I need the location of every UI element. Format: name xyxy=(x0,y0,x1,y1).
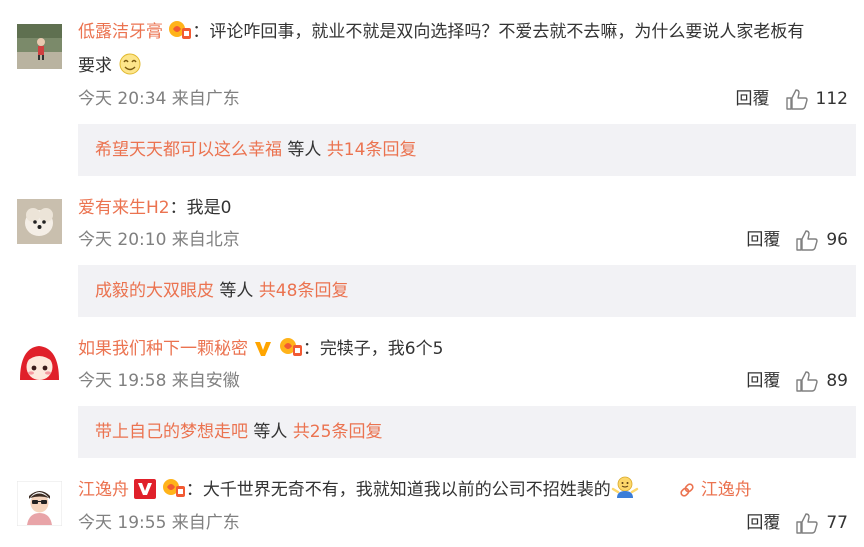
avatar[interactable] xyxy=(17,199,62,244)
comment-text-line: 江逸舟 ：大千世界无奇不有，我就知道我以前的公司不招姓裴的 江逸舟 xyxy=(78,474,752,510)
comment-meta-row: 今天 19:55 来自广东 回覆 77 xyxy=(78,507,856,539)
reply-thread-summary[interactable]: 成毅的大双眼皮 等人 共48条回复 xyxy=(78,265,856,317)
fan-badge-icon xyxy=(168,19,192,52)
colon: ： xyxy=(169,198,187,218)
reply-thread-summary[interactable]: 希望天天都可以这么幸福 等人 共14条回复 xyxy=(78,124,856,176)
reply-others-text: 等人 xyxy=(282,140,327,160)
like-count: 89 xyxy=(826,371,848,391)
like-count: 77 xyxy=(826,513,848,533)
reply-button[interactable]: 回覆 xyxy=(746,224,780,256)
comment-text-line: 低露洁牙膏 ：评论咋回事，就业不就是双向选择吗？不爱去就不去嘛，为什么要说人家老… xyxy=(78,16,804,52)
comment-meta-row: 今天 19:58 来自安徽 回覆 89 xyxy=(78,365,856,397)
comment-actions: 回覆 96 xyxy=(746,224,848,256)
reply-user-link[interactable]: 成毅的大双眼皮 xyxy=(95,281,214,301)
comment-actions: 回覆 89 xyxy=(746,365,848,397)
smile-emoji-icon xyxy=(117,53,143,86)
reply-button[interactable]: 回覆 xyxy=(746,365,780,397)
comment-meta-row: 今天 20:10 来自北京 回覆 96 xyxy=(78,224,856,256)
profile-link[interactable]: 江逸舟 xyxy=(701,480,752,500)
username-link[interactable]: 低露洁牙膏 xyxy=(78,22,163,42)
thumbs-up-icon xyxy=(796,229,819,251)
like-button[interactable]: 96 xyxy=(796,224,848,256)
comment-text: 完犊子，我6个5 xyxy=(319,339,444,359)
thumbs-up-icon xyxy=(785,88,808,110)
like-button[interactable]: 89 xyxy=(796,365,848,397)
comment-meta: 今天 20:10 来自北京 xyxy=(78,230,240,250)
username-link[interactable]: 爱有来生H2 xyxy=(78,198,170,218)
shrug-emoji-icon xyxy=(611,475,639,510)
like-count: 96 xyxy=(826,230,848,250)
reply-count-link[interactable]: 共14条回复 xyxy=(327,140,417,160)
reply-others-text: 等人 xyxy=(248,422,293,442)
comment-meta: 今天 20:34 来自广东 xyxy=(78,89,240,109)
comment-text-line: 要求 xyxy=(78,50,143,86)
thumbs-up-icon xyxy=(796,370,819,392)
comment-text-line: 如果我们种下一颗秘密 ：完犊子，我6个5 xyxy=(78,333,443,369)
avatar[interactable] xyxy=(17,24,62,69)
like-button[interactable]: 112 xyxy=(785,83,848,115)
verified-v-icon xyxy=(134,478,157,510)
link-icon xyxy=(679,477,695,509)
comment-text: 要求 xyxy=(78,56,112,76)
username-link[interactable]: 江逸舟 xyxy=(78,480,129,500)
like-count: 112 xyxy=(815,89,848,109)
fan-badge-icon xyxy=(162,477,186,510)
colon: ： xyxy=(185,480,203,500)
reply-button[interactable]: 回覆 xyxy=(736,83,770,115)
comment-text: 大千世界无奇不有，我就知道我以前的公司不招姓裴的 xyxy=(202,480,611,500)
thumbs-up-icon xyxy=(796,512,819,534)
comment-text: 评论咋回事，就业不就是双向选择吗？不爱去就不去嘛，为什么要说人家老板有 xyxy=(209,22,805,42)
reply-user-link[interactable]: 希望天天都可以这么幸福 xyxy=(95,140,282,160)
reply-thread-summary[interactable]: 带上自己的梦想走吧 等人 共25条回复 xyxy=(78,406,856,458)
colon: ： xyxy=(192,22,210,42)
colon: ： xyxy=(302,339,320,359)
comment-text: 我是0 xyxy=(186,198,232,218)
reply-count-link[interactable]: 共25条回复 xyxy=(293,422,383,442)
comment-actions: 回覆 112 xyxy=(736,83,848,115)
reply-button[interactable]: 回覆 xyxy=(746,507,780,539)
reply-count-link[interactable]: 共48条回复 xyxy=(259,281,349,301)
comment-meta: 今天 19:55 来自广东 xyxy=(78,513,240,533)
avatar[interactable] xyxy=(17,340,62,385)
username-link[interactable]: 如果我们种下一颗秘密 xyxy=(78,339,248,359)
comment-meta-row: 今天 20:34 来自广东 回覆 112 xyxy=(78,83,856,115)
comment-actions: 回覆 77 xyxy=(746,507,848,539)
avatar[interactable] xyxy=(17,481,62,526)
reply-user-link[interactable]: 带上自己的梦想走吧 xyxy=(95,422,248,442)
comment-meta: 今天 19:58 来自安徽 xyxy=(78,371,240,391)
comment-text-line: 爱有来生H2：我是0 xyxy=(78,192,231,224)
reply-others-text: 等人 xyxy=(214,281,259,301)
like-button[interactable]: 77 xyxy=(796,507,848,539)
